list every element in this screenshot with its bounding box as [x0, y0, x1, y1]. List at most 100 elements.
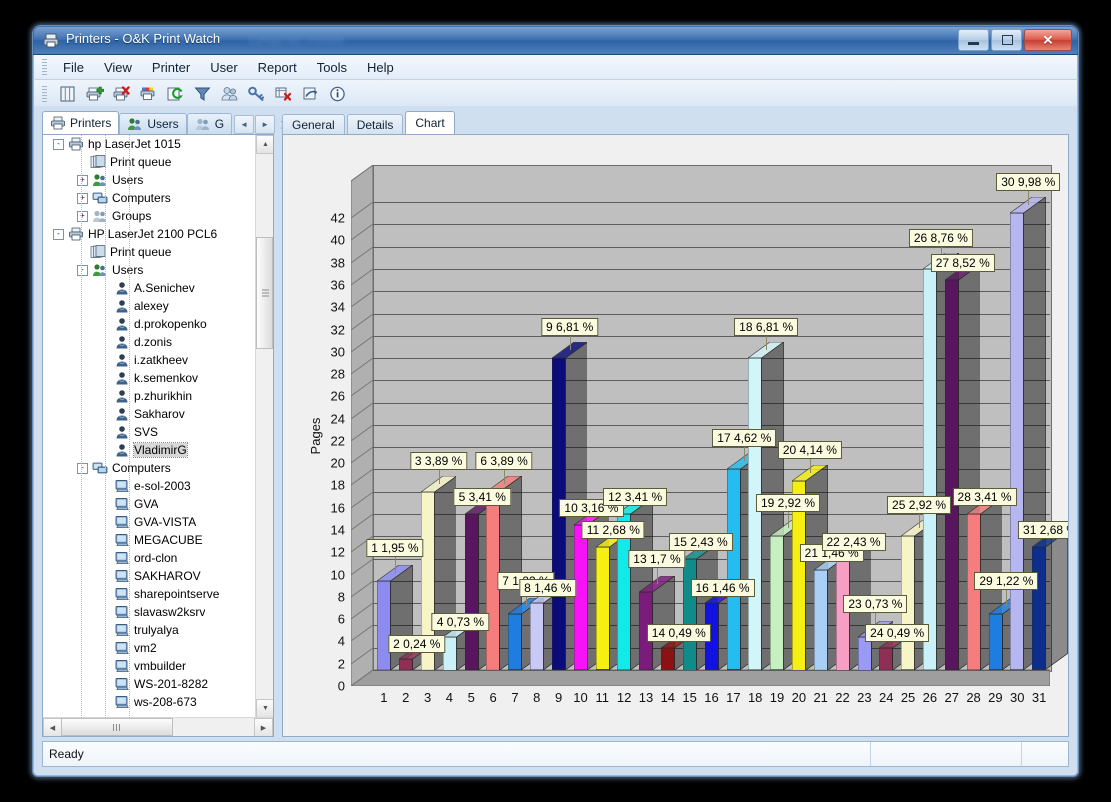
tree-guide-line: [129, 135, 130, 718]
menu-item-view[interactable]: View: [94, 57, 142, 78]
monitor-icon: [113, 533, 130, 548]
tree-expander-collapse[interactable]: -: [77, 264, 88, 276]
scroll-left-button[interactable]: ◀: [43, 718, 62, 736]
left-tab-users[interactable]: Users: [119, 113, 187, 134]
tree-item[interactable]: ws-208-673: [43, 693, 256, 711]
tree-item[interactable]: d.zonis: [43, 333, 256, 351]
tree-item[interactable]: GVA: [43, 495, 256, 513]
chart-data-label: 26 8,76 %: [908, 228, 973, 247]
tree-item[interactable]: VladimirG: [43, 441, 256, 459]
menu-item-file[interactable]: File: [53, 57, 94, 78]
chart-label-stem: [1006, 589, 1008, 607]
left-tab-printers[interactable]: Printers: [42, 111, 120, 134]
chart-bar[interactable]: [1032, 531, 1068, 670]
delete-report-icon[interactable]: [272, 82, 296, 106]
tree-item[interactable]: - Users: [43, 261, 256, 279]
tree-expander-expand[interactable]: +: [77, 210, 88, 222]
left-tab-g[interactable]: G: [186, 113, 233, 134]
tree-item[interactable]: Print queue: [43, 153, 256, 171]
tree-expander-expand[interactable]: +: [77, 192, 88, 204]
tree-expander-collapse[interactable]: -: [77, 462, 88, 474]
tree-item[interactable]: SAKHAROV: [43, 567, 256, 585]
maximize-button[interactable]: [991, 29, 1022, 51]
tree-item[interactable]: e-sol-2003: [43, 477, 256, 495]
chart-label-stem: [569, 335, 571, 351]
chart-label-stem: [809, 457, 811, 473]
tree-item-label: GVA-VISTA: [134, 515, 197, 529]
tree-horizontal-scrollbar[interactable]: ◀ ▶: [43, 717, 273, 736]
chart-y-tick: 24: [330, 411, 345, 427]
tree-item[interactable]: Sakharov: [43, 405, 256, 423]
tree-item[interactable]: k.semenkov: [43, 369, 256, 387]
tree-vertical-scrollbar[interactable]: ▲ ▼: [255, 135, 273, 718]
tree-item[interactable]: - HP LaserJet 2100 PCL6: [43, 225, 256, 243]
export-icon[interactable]: [299, 82, 323, 106]
left-tab-label: Printers: [70, 116, 112, 130]
menu-item-user[interactable]: User: [200, 57, 247, 78]
info-icon[interactable]: [326, 82, 350, 106]
delete-printer-icon[interactable]: [110, 82, 134, 106]
columns-icon[interactable]: [56, 82, 80, 106]
tree-item[interactable]: - Computers: [43, 459, 256, 477]
tree-item[interactable]: + Users: [43, 171, 256, 189]
minimize-button[interactable]: [958, 29, 989, 51]
tab-scroll-left-button[interactable]: ◄: [234, 115, 255, 134]
tree-item[interactable]: + Computers: [43, 189, 256, 207]
filter-icon[interactable]: [191, 82, 215, 106]
tree-item[interactable]: + Groups: [43, 207, 256, 225]
tab-chart[interactable]: Chart: [405, 111, 455, 134]
tree-item[interactable]: slavasw2ksrv: [43, 603, 256, 621]
tree-item[interactable]: p.zhurikhin: [43, 387, 256, 405]
chart-label-stem: [656, 567, 658, 585]
queue-icon: [89, 155, 106, 170]
printer-properties-icon[interactable]: [137, 82, 161, 106]
refresh-icon[interactable]: [164, 82, 188, 106]
users-icon[interactable]: [218, 82, 242, 106]
tree-item[interactable]: SVS: [43, 423, 256, 441]
menu-item-report[interactable]: Report: [248, 57, 307, 78]
tree-view[interactable]: - hp LaserJet 1015 Print queue + Users + Compu…: [42, 134, 274, 737]
tree-expander-collapse[interactable]: -: [53, 138, 64, 150]
tree-item[interactable]: d.prokopenko: [43, 315, 256, 333]
tree-item[interactable]: i.zatkheev: [43, 351, 256, 369]
horizontal-scroll-thumb[interactable]: [61, 718, 173, 736]
tree-item[interactable]: WS-201-8282: [43, 675, 256, 693]
chart-y-tick: 42: [330, 210, 345, 226]
tree-item[interactable]: trulyalya: [43, 621, 256, 639]
vertical-scroll-thumb[interactable]: [256, 237, 273, 349]
tree-item[interactable]: A.Senichev: [43, 279, 256, 297]
chart-data-label: 12 3,41 %: [603, 488, 668, 507]
tree-item[interactable]: GVA-VISTA: [43, 513, 256, 531]
tree-item[interactable]: vm2: [43, 639, 256, 657]
tree-item[interactable]: Print queue: [43, 243, 256, 261]
scroll-down-button[interactable]: ▼: [256, 699, 273, 718]
menu-item-printer[interactable]: Printer: [142, 57, 200, 78]
scroll-right-button[interactable]: ▶: [254, 718, 273, 736]
tree-expander-collapse[interactable]: -: [53, 228, 64, 240]
tab-scroll-right-button[interactable]: ►: [255, 115, 276, 134]
user-icon: [113, 389, 130, 404]
tree-item[interactable]: alexey: [43, 297, 256, 315]
chart-data-label: 27 8,52 %: [930, 254, 995, 273]
tree-item[interactable]: - hp LaserJet 1015: [43, 135, 256, 153]
chart-y-tick: 30: [330, 344, 345, 360]
scroll-up-button[interactable]: ▲: [256, 135, 273, 154]
tab-details[interactable]: Details: [346, 114, 404, 134]
menu-item-help[interactable]: Help: [357, 57, 404, 78]
tree-item[interactable]: sharepointserve: [43, 585, 256, 603]
tree-item[interactable]: ord-clon: [43, 549, 256, 567]
tab-general[interactable]: General: [282, 114, 345, 134]
tree-item-label: SAKHAROV: [134, 569, 201, 583]
tree-expander-expand[interactable]: +: [77, 174, 88, 186]
chart-depth-line: [350, 268, 374, 286]
add-printer-icon[interactable]: [83, 82, 107, 106]
close-button[interactable]: ✕: [1024, 29, 1072, 51]
tree-item-label: ws-208-673: [134, 695, 197, 709]
tree-item[interactable]: MEGACUBE: [43, 531, 256, 549]
tree-item[interactable]: vmbuilder: [43, 657, 256, 675]
printer-icon: [50, 116, 66, 130]
monitor-icon: [113, 605, 130, 620]
tree-item-label: HP LaserJet 2100 PCL6: [88, 227, 218, 241]
key-icon[interactable]: [245, 82, 269, 106]
menu-item-tools[interactable]: Tools: [307, 57, 357, 78]
